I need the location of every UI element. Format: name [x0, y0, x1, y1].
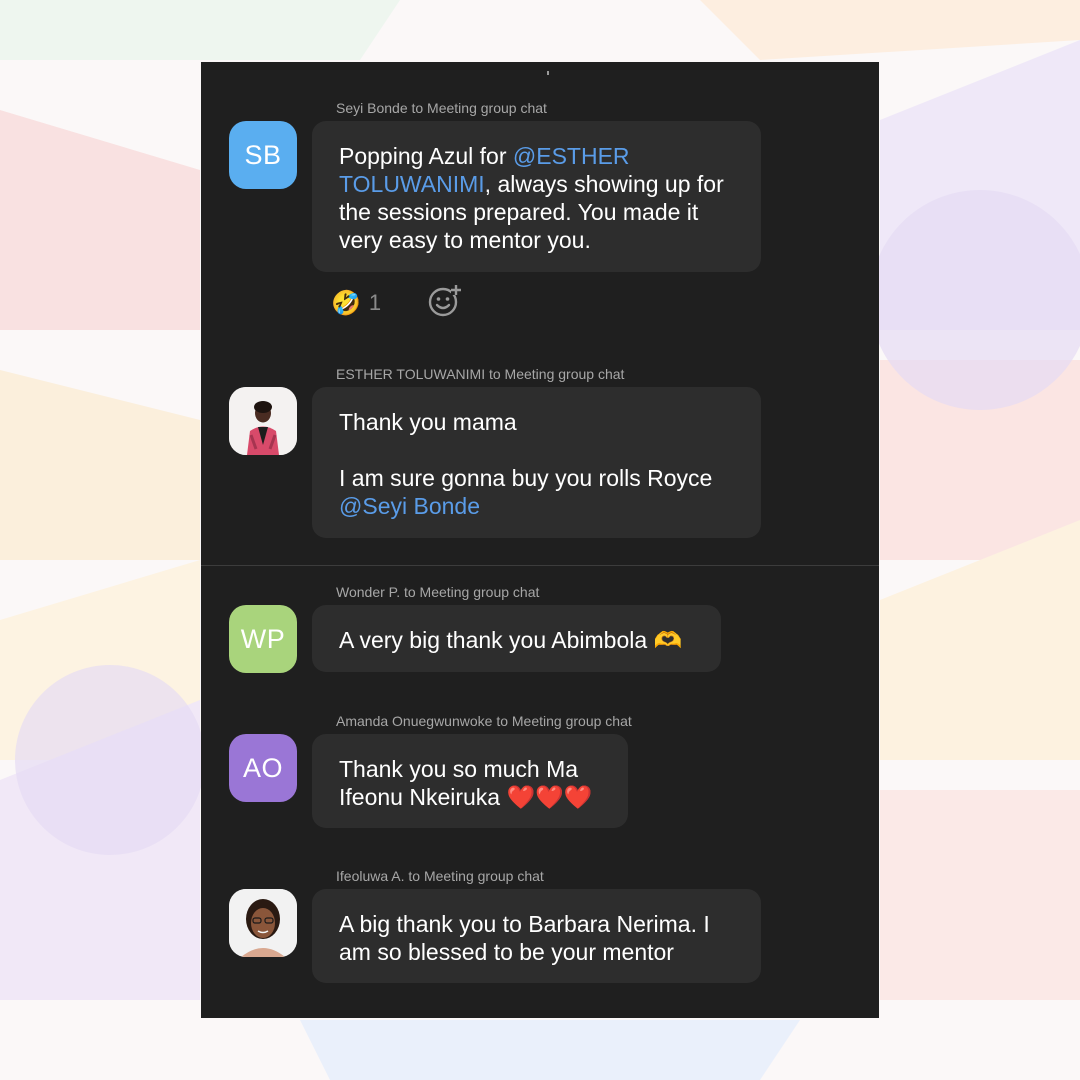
avatar-photo: [229, 889, 297, 957]
message-bubble[interactable]: Thank you so much Ma Ifeonu Nkeiruka ❤️❤…: [312, 734, 628, 828]
message-text-part: Popping Azul for: [339, 143, 513, 169]
avatar-initials: WP: [240, 623, 286, 654]
avatar[interactable]: [229, 387, 297, 455]
avatar-photo: [229, 387, 297, 455]
status-dot: [547, 71, 549, 75]
message-text: A very big thank you Abimbola 🫶: [339, 627, 683, 653]
mention-link[interactable]: @Seyi Bonde: [339, 493, 480, 519]
sender-line: Amanda Onuegwunwoke to Meeting group cha…: [336, 713, 632, 729]
sender-line: Ifeoluwa A. to Meeting group chat: [336, 868, 544, 884]
message-text: Thank you so much Ma Ifeonu Nkeiruka ❤️❤…: [339, 756, 593, 810]
sender-line: Seyi Bonde to Meeting group chat: [336, 100, 547, 116]
avatar[interactable]: AO: [229, 734, 297, 802]
chat-screen: Seyi Bonde to Meeting group chat SB Popp…: [201, 62, 879, 1018]
sender-line: ESTHER TOLUWANIMI to Meeting group chat: [336, 366, 625, 382]
message-text: Popping Azul for @ESTHER TOLUWANIMI, alw…: [339, 142, 734, 254]
divider: [201, 565, 879, 566]
sender-line: Wonder P. to Meeting group chat: [336, 584, 540, 600]
avatar-initials: AO: [242, 752, 283, 783]
avatar-initials: SB: [244, 139, 282, 170]
rofl-emoji-icon[interactable]: 🤣: [331, 289, 361, 318]
reaction-count: 1: [368, 290, 382, 315]
message-line: Thank you mama: [339, 409, 517, 435]
message-bubble[interactable]: Popping Azul for @ESTHER TOLUWANIMI, alw…: [312, 121, 761, 272]
message-bubble[interactable]: A big thank you to Barbara Nerima. I am …: [312, 889, 761, 983]
message-line: I am sure gonna buy you rolls Royce: [339, 465, 713, 491]
message-text: A big thank you to Barbara Nerima. I am …: [339, 911, 710, 965]
message-bubble[interactable]: A very big thank you Abimbola 🫶: [312, 605, 721, 672]
avatar[interactable]: WP: [229, 605, 297, 673]
message-bubble[interactable]: Thank you mama I am sure gonna buy you r…: [312, 387, 761, 538]
avatar[interactable]: SB: [229, 121, 297, 189]
avatar[interactable]: [229, 889, 297, 957]
reaction-bar: 🤣 1: [331, 283, 463, 324]
add-reaction-icon[interactable]: [427, 283, 463, 324]
